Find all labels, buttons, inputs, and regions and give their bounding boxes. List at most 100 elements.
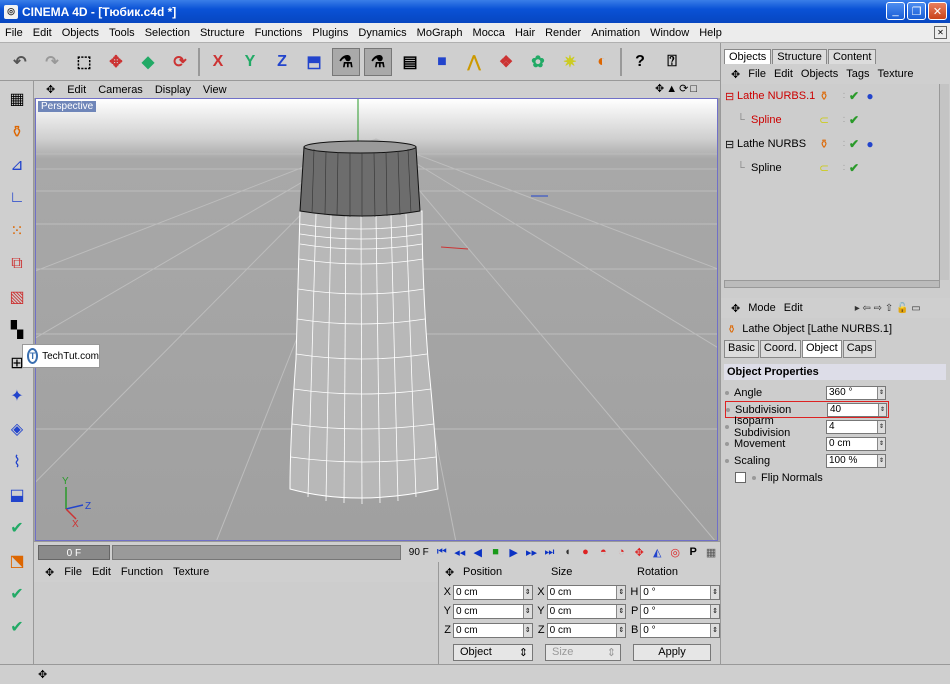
move-tool-icon[interactable]: ✥ bbox=[102, 48, 130, 76]
menu-hair[interactable]: Hair bbox=[510, 27, 540, 39]
attribute-nav-icons[interactable]: ▸ ⇦ ⇨ ⇧ 🔓 ▭ bbox=[851, 303, 925, 314]
object-menu-tags[interactable]: Tags bbox=[842, 68, 873, 80]
object-menu-edit[interactable]: Edit bbox=[770, 68, 797, 80]
material-menu-function[interactable]: Function bbox=[116, 566, 168, 578]
object-axis-icon[interactable]: ⊿ bbox=[2, 150, 32, 180]
animate-dot-icon[interactable] bbox=[725, 424, 729, 429]
object-move-icon[interactable]: ✥ bbox=[727, 68, 744, 81]
snap-icon[interactable]: ⬓ bbox=[2, 480, 32, 510]
viewport-menu-display[interactable]: Display bbox=[149, 84, 197, 96]
points-mode-icon[interactable]: ⁙ bbox=[2, 216, 32, 246]
tab-objects[interactable]: Objects bbox=[724, 49, 772, 64]
close-button[interactable]: ✕ bbox=[928, 2, 947, 20]
menu-edit[interactable]: Edit bbox=[28, 27, 57, 39]
stop-icon[interactable]: ■ bbox=[488, 544, 504, 560]
keyframe-selection-icon[interactable]: ◔ bbox=[613, 544, 629, 560]
menu-mocca[interactable]: Mocca bbox=[468, 27, 510, 39]
animation-mode-icon[interactable]: ✦ bbox=[2, 381, 32, 411]
spinner-icon[interactable]: ⇕ bbox=[522, 623, 532, 637]
menu-dynamics[interactable]: Dynamics bbox=[353, 27, 411, 39]
render-settings-icon[interactable]: ▤ bbox=[396, 48, 424, 76]
layout-close-icon[interactable]: ✕ bbox=[934, 26, 947, 39]
menu-functions[interactable]: Functions bbox=[250, 27, 308, 39]
coordinate-system-icon[interactable]: ⬒ bbox=[300, 48, 328, 76]
apply-button[interactable]: Apply bbox=[633, 643, 711, 661]
timeline-slider[interactable] bbox=[111, 544, 401, 560]
menu-file[interactable]: File bbox=[0, 27, 28, 39]
enable-axis-icon[interactable]: ✔ bbox=[2, 513, 32, 543]
play-backward-icon[interactable]: ◀ bbox=[470, 544, 486, 560]
menu-tools[interactable]: Tools bbox=[104, 27, 140, 39]
position-x-input[interactable]: 0 cm ⇕ bbox=[452, 584, 533, 600]
help-cursor-icon[interactable]: ? bbox=[626, 48, 654, 76]
menu-structure[interactable]: Structure bbox=[195, 27, 250, 39]
phong-tag-icon[interactable]: ● bbox=[863, 89, 877, 103]
undo-icon[interactable]: ↶ bbox=[6, 48, 34, 76]
position-y-input[interactable]: 0 cm ⇕ bbox=[452, 603, 533, 619]
spinner-icon[interactable]: ⇕ bbox=[877, 437, 885, 450]
edges-mode-icon[interactable]: ⧉ bbox=[2, 249, 32, 279]
tweak-mode-icon[interactable]: ◈ bbox=[2, 414, 32, 444]
enabled-check-icon[interactable]: ✔ bbox=[847, 161, 861, 175]
spinner-icon[interactable]: ⇕ bbox=[878, 403, 886, 416]
spinner-icon[interactable]: ⇕ bbox=[877, 420, 885, 433]
render-picture-viewer-icon[interactable]: ⚗ bbox=[364, 47, 392, 76]
tab-basic[interactable]: Basic bbox=[724, 340, 759, 358]
viewport-nav-icons[interactable]: ✥▲⟳□ bbox=[655, 82, 699, 95]
sound-icon[interactable]: ◖ bbox=[559, 544, 575, 560]
redo-icon[interactable]: ↷ bbox=[38, 48, 66, 76]
goto-end-icon[interactable]: ⏭ bbox=[542, 544, 558, 560]
rotation-h-input[interactable]: 0 ° ⇕ bbox=[640, 584, 721, 600]
menu-help[interactable]: Help bbox=[694, 27, 727, 39]
menu-animation[interactable]: Animation bbox=[586, 27, 645, 39]
next-key-icon[interactable]: ▸▸ bbox=[524, 544, 540, 560]
tab-content[interactable]: Content bbox=[827, 49, 877, 64]
rotation-p-input[interactable]: 0 ° ⇕ bbox=[640, 603, 721, 619]
rotate-tool-icon[interactable]: ⟳ bbox=[166, 48, 194, 76]
z-axis-lock-icon[interactable]: Z bbox=[268, 48, 296, 76]
goto-start-icon[interactable]: ⏮ bbox=[434, 544, 450, 560]
cube-primitive-icon[interactable]: ■ bbox=[428, 48, 456, 76]
scaling-input[interactable]: 100 % ⇕ bbox=[826, 453, 886, 468]
sculpt-icon[interactable]: ⌇ bbox=[2, 447, 32, 477]
array-object-icon[interactable]: ✿ bbox=[524, 48, 552, 76]
object-menu-objects[interactable]: Objects bbox=[797, 68, 842, 80]
spinner-icon[interactable]: ⇕ bbox=[710, 604, 720, 618]
x-axis-lock-icon[interactable]: X bbox=[204, 48, 232, 76]
material-move-icon[interactable]: ✥ bbox=[40, 566, 59, 579]
material-menu-texture[interactable]: Texture bbox=[168, 566, 214, 578]
texture-mode-icon[interactable]: ▚ bbox=[2, 315, 32, 345]
viewport-menu-edit[interactable]: Edit bbox=[61, 84, 92, 96]
y-axis-lock-icon[interactable]: Y bbox=[236, 48, 264, 76]
rotation-b-input[interactable]: 0 ° ⇕ bbox=[640, 622, 721, 638]
material-menu-edit[interactable]: Edit bbox=[87, 566, 116, 578]
spinner-icon[interactable]: ⇕ bbox=[522, 585, 532, 599]
quantize-icon[interactable]: ✔ bbox=[2, 579, 32, 609]
tab-structure[interactable]: Structure bbox=[772, 49, 827, 64]
help-browser-icon[interactable]: ⍰ bbox=[658, 48, 686, 76]
axis-tool-icon[interactable]: ∟ bbox=[2, 183, 32, 213]
record-icon[interactable]: ● bbox=[577, 544, 593, 560]
prev-key-icon[interactable]: ◂◂ bbox=[452, 544, 468, 560]
autokey-icon[interactable]: ◓ bbox=[595, 544, 611, 560]
viewport-menu-view[interactable]: View bbox=[197, 84, 233, 96]
animate-dot-icon[interactable] bbox=[726, 407, 730, 412]
live-selection-icon[interactable]: ⬚ bbox=[70, 48, 98, 76]
size-x-input[interactable]: 0 cm ⇕ bbox=[546, 584, 627, 600]
position-key-icon[interactable]: ✥ bbox=[631, 544, 647, 560]
horizontal-scrollbar[interactable] bbox=[724, 280, 940, 288]
perspective-viewport[interactable]: Y Z X bbox=[35, 98, 718, 541]
point-level-icon[interactable]: ▦ bbox=[703, 544, 719, 560]
spinner-icon[interactable]: ⇕ bbox=[616, 623, 626, 637]
current-frame-field[interactable]: 0 F bbox=[38, 544, 110, 560]
play-forward-icon[interactable]: ▶ bbox=[506, 544, 522, 560]
list-item-lathe-nurbs[interactable]: ⊟ Lathe NURBS ⚱ ⁚ ✔ ● bbox=[721, 132, 950, 156]
render-view-icon[interactable]: ⚗ bbox=[332, 47, 360, 76]
animate-dot-icon[interactable] bbox=[725, 390, 729, 395]
deformer-icon[interactable]: ✷ bbox=[556, 48, 584, 76]
size-z-input[interactable]: 0 cm ⇕ bbox=[546, 622, 627, 638]
size-y-input[interactable]: 0 cm ⇕ bbox=[546, 603, 627, 619]
flip-normals-checkbox[interactable] bbox=[735, 472, 746, 483]
layout-icon[interactable]: ▦ bbox=[2, 84, 32, 114]
object-menu-file[interactable]: File bbox=[744, 68, 770, 80]
